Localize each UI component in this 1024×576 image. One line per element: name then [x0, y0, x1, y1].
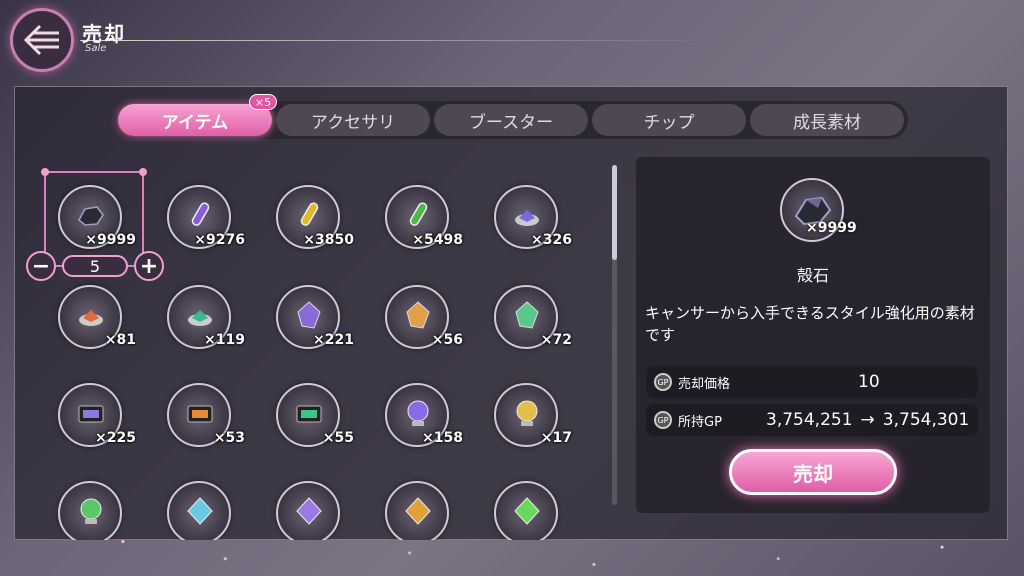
selection-count-badge: ×5 — [249, 94, 277, 110]
case-icon — [296, 405, 322, 423]
detail-item-name: 殻石 — [796, 266, 829, 285]
potion-icon — [300, 202, 319, 226]
owned-gp-label: 所持GP — [678, 414, 722, 430]
item-slot[interactable]: ×5498 — [363, 170, 463, 260]
item-quantity: ×225 — [95, 430, 136, 446]
item-quantity: ×72 — [540, 332, 572, 348]
item-slot[interactable]: ×72 — [472, 270, 572, 360]
item-slot[interactable]: ×17 — [472, 368, 572, 458]
item-slot[interactable]: ×119 — [145, 270, 245, 360]
item-scrollbar[interactable] — [612, 165, 617, 505]
tab-chips[interactable]: チップ — [592, 104, 746, 136]
header-divider — [80, 40, 720, 41]
item-slot[interactable]: ×81 — [36, 270, 136, 360]
quantity-stepper: − 5 + — [26, 251, 164, 281]
quantity-value: 5 — [62, 255, 128, 277]
item-quantity: ×5498 — [412, 232, 463, 248]
item-slot[interactable] — [363, 466, 463, 540]
page-subtitle: Sale — [85, 43, 107, 54]
orb-icon — [407, 400, 429, 426]
arrow-right-icon: → — [860, 410, 875, 430]
gem-icon — [405, 497, 431, 525]
item-slot[interactable] — [254, 466, 354, 540]
item-slot[interactable]: ×225 — [36, 368, 136, 458]
item-slot[interactable]: ×55 — [254, 368, 354, 458]
item-slot[interactable]: ×53 — [145, 368, 245, 458]
item-slot[interactable]: ×3850 — [254, 170, 354, 260]
gem-shard-icon — [515, 301, 539, 329]
orb-icon — [80, 498, 102, 524]
item-quantity: ×81 — [104, 332, 136, 348]
gp-after-value: 3,754,301 — [882, 410, 970, 430]
frame-corner — [139, 168, 147, 176]
gem-shard-icon — [297, 301, 321, 329]
gp-coin-icon: GP — [654, 373, 672, 391]
item-quantity: ×56 — [431, 332, 463, 348]
item-slot[interactable] — [145, 466, 245, 540]
item-slot[interactable]: ×158 — [363, 368, 463, 458]
scroll-thumb[interactable] — [612, 165, 617, 260]
potion-icon — [191, 202, 210, 226]
item-quantity: ×326 — [531, 232, 572, 248]
sell-price-label: 売却価格 — [678, 376, 731, 392]
item-quantity: ×221 — [313, 332, 354, 348]
sell-price-row: GP 売却価格 10 — [646, 366, 978, 398]
case-icon — [187, 405, 213, 423]
item-quantity: ×17 — [540, 430, 572, 446]
decrease-button[interactable]: − — [26, 251, 56, 281]
back-button[interactable] — [10, 8, 74, 72]
crystal-stand-icon — [188, 310, 212, 326]
gem-shard-icon — [406, 301, 430, 329]
category-tabs: アイテム アクセサリ ブースター チップ 成長素材 — [114, 101, 908, 139]
item-quantity: ×53 — [213, 430, 245, 446]
tab-boosters[interactable]: ブースター — [434, 104, 588, 136]
item-quantity: ×9276 — [194, 232, 245, 248]
item-slot[interactable]: ×9276 — [145, 170, 245, 260]
gp-coin-icon: GP — [654, 411, 672, 429]
item-slot[interactable]: ×326 — [472, 170, 572, 260]
detail-quantity: ×9999 — [806, 220, 857, 236]
crystal-stand-icon — [79, 310, 103, 326]
tab-growth-materials[interactable]: 成長素材 — [750, 104, 904, 136]
item-slot[interactable] — [36, 466, 136, 540]
sell-button[interactable]: 売却 — [729, 449, 897, 495]
case-icon — [78, 405, 104, 423]
gem-icon — [296, 497, 322, 525]
sell-price-value: 10 — [858, 372, 880, 392]
potion-icon — [409, 202, 428, 226]
owned-gp-row: GP 所持GP 3,754,251 → 3,754,301 — [646, 404, 978, 436]
item-slot[interactable]: ×221 — [254, 270, 354, 360]
tab-accessories[interactable]: アクセサリ — [276, 104, 430, 136]
item-slot[interactable] — [472, 466, 572, 540]
crystal-stand-icon — [515, 210, 539, 226]
arrow-left-icon — [23, 24, 59, 56]
item-slot[interactable]: ×56 — [363, 270, 463, 360]
orb-icon — [516, 400, 538, 426]
item-quantity: ×119 — [204, 332, 245, 348]
increase-button[interactable]: + — [134, 251, 164, 281]
item-quantity: ×158 — [422, 430, 463, 446]
detail-description: キャンサーから入手できるスタイル強化用の素材です — [645, 304, 975, 344]
item-quantity: ×55 — [322, 430, 354, 446]
gem-icon — [514, 497, 540, 525]
gem-icon — [187, 497, 213, 525]
gp-before-value: 3,754,251 — [766, 410, 853, 430]
item-quantity: ×3850 — [303, 232, 354, 248]
frame-corner — [41, 168, 49, 176]
tab-items[interactable]: アイテム — [118, 104, 272, 136]
